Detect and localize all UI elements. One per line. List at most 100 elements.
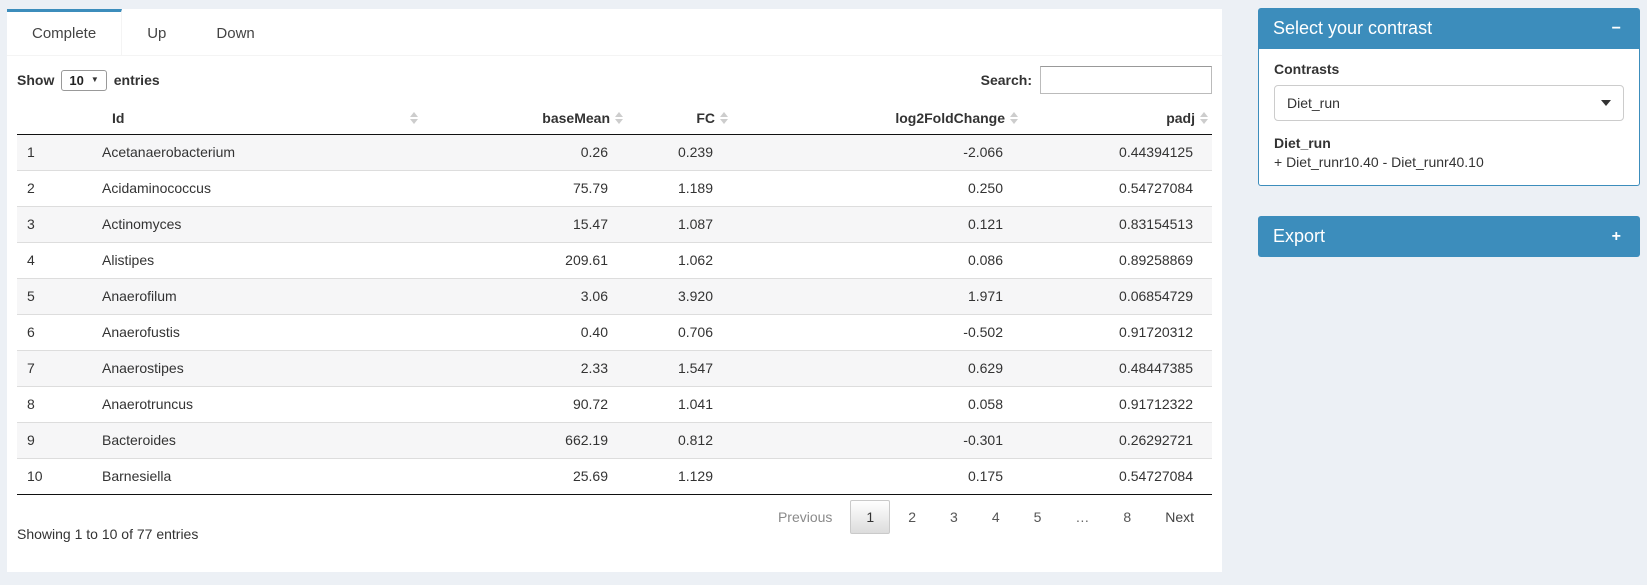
cell-padj: 0.54727084 bbox=[1022, 171, 1212, 207]
page-button-8[interactable]: 8 bbox=[1107, 500, 1147, 534]
cell-log2foldchange: 0.629 bbox=[732, 351, 1022, 387]
cell-padj: 0.91720312 bbox=[1022, 315, 1212, 351]
cell-log2foldchange: 0.250 bbox=[732, 171, 1022, 207]
table-row[interactable]: 10Barnesiella25.691.1290.1750.54727084 bbox=[17, 459, 1212, 495]
page-button-2[interactable]: 2 bbox=[892, 500, 932, 534]
row-index: 9 bbox=[17, 423, 92, 459]
table-row[interactable]: 9Bacteroides662.190.812-0.3010.26292721 bbox=[17, 423, 1212, 459]
cell-padj: 0.91712322 bbox=[1022, 387, 1212, 423]
column-label: Id bbox=[112, 110, 124, 126]
column-header-log2foldchange[interactable]: log2FoldChange bbox=[732, 102, 1022, 135]
collapse-minus-icon[interactable]: − bbox=[1608, 19, 1625, 39]
search-input[interactable] bbox=[1040, 66, 1212, 94]
cell-padj: 0.89258869 bbox=[1022, 243, 1212, 279]
page-length-value: 10 bbox=[69, 73, 83, 88]
contrast-select[interactable]: Diet_run bbox=[1274, 85, 1624, 121]
cell-fc: 0.706 bbox=[627, 315, 732, 351]
cell-id: Anaerofustis bbox=[92, 315, 422, 351]
cell-log2foldchange: -0.502 bbox=[732, 315, 1022, 351]
row-index: 2 bbox=[17, 171, 92, 207]
cell-basemean: 3.06 bbox=[422, 279, 627, 315]
cell-id: Actinomyces bbox=[92, 207, 422, 243]
table-info: Showing 1 to 10 of 77 entries bbox=[17, 526, 198, 542]
table-row[interactable]: 4Alistipes209.611.0620.0860.89258869 bbox=[17, 243, 1212, 279]
column-label: FC bbox=[696, 110, 715, 126]
cell-basemean: 0.40 bbox=[422, 315, 627, 351]
cell-fc: 1.087 bbox=[627, 207, 732, 243]
cell-padj: 0.48447385 bbox=[1022, 351, 1212, 387]
cell-log2foldchange: 1.971 bbox=[732, 279, 1022, 315]
cell-basemean: 209.61 bbox=[422, 243, 627, 279]
cell-fc: 0.812 bbox=[627, 423, 732, 459]
cell-log2foldchange: 0.058 bbox=[732, 387, 1022, 423]
table-row[interactable]: 5Anaerofilum3.063.9201.9710.06854729 bbox=[17, 279, 1212, 315]
tab-complete[interactable]: Complete bbox=[7, 9, 122, 55]
column-label: padj bbox=[1166, 110, 1195, 126]
export-box-title: Export bbox=[1273, 226, 1325, 247]
table-row[interactable]: 2Acidaminococcus75.791.1890.2500.5472708… bbox=[17, 171, 1212, 207]
table-row[interactable]: 7Anaerostipes2.331.5470.6290.48447385 bbox=[17, 351, 1212, 387]
cell-id: Anaerostipes bbox=[92, 351, 422, 387]
table-row[interactable]: 1Acetanaerobacterium0.260.239-2.0660.443… bbox=[17, 135, 1212, 171]
cell-padj: 0.54727084 bbox=[1022, 459, 1212, 495]
row-index: 5 bbox=[17, 279, 92, 315]
pagination-ellipsis: … bbox=[1059, 500, 1105, 534]
row-index: 1 bbox=[17, 135, 92, 171]
page-length-select[interactable]: 10 ▼ bbox=[61, 70, 106, 91]
cell-fc: 1.129 bbox=[627, 459, 732, 495]
page: Complete Up Down Show 10 ▼ entries Searc… bbox=[0, 0, 1647, 582]
cell-log2foldchange: -0.301 bbox=[732, 423, 1022, 459]
sort-icon bbox=[615, 112, 623, 124]
column-label: baseMean bbox=[542, 110, 610, 126]
cell-basemean: 662.19 bbox=[422, 423, 627, 459]
show-label: Show bbox=[17, 72, 54, 88]
page-button-1[interactable]: 1 bbox=[850, 500, 890, 534]
column-header-id[interactable]: Id bbox=[92, 102, 422, 135]
row-index: 4 bbox=[17, 243, 92, 279]
cell-basemean: 75.79 bbox=[422, 171, 627, 207]
pagination-previous[interactable]: Previous bbox=[762, 500, 848, 534]
tab-bar: Complete Up Down bbox=[7, 9, 1222, 56]
expand-plus-icon[interactable]: + bbox=[1608, 227, 1625, 247]
tab-down[interactable]: Down bbox=[191, 9, 279, 55]
cell-basemean: 0.26 bbox=[422, 135, 627, 171]
sort-icon bbox=[1200, 112, 1208, 124]
cell-basemean: 2.33 bbox=[422, 351, 627, 387]
contrast-name: Diet_run bbox=[1274, 135, 1624, 151]
pagination: Previous12345…8Next bbox=[760, 500, 1210, 534]
row-index: 10 bbox=[17, 459, 92, 495]
caret-down-icon bbox=[1601, 100, 1611, 106]
table-row[interactable]: 6Anaerofustis0.400.706-0.5020.91720312 bbox=[17, 315, 1212, 351]
results-table: Id baseMean FC bbox=[17, 102, 1212, 495]
row-index: 7 bbox=[17, 351, 92, 387]
table-row[interactable]: 8Anaerotruncus90.721.0410.0580.91712322 bbox=[17, 387, 1212, 423]
cell-fc: 1.041 bbox=[627, 387, 732, 423]
cell-id: Bacteroides bbox=[92, 423, 422, 459]
table-footer: Showing 1 to 10 of 77 entries Previous12… bbox=[7, 495, 1222, 585]
export-box-header: Export + bbox=[1258, 216, 1640, 257]
page-button-5[interactable]: 5 bbox=[1018, 500, 1058, 534]
cell-basemean: 25.69 bbox=[422, 459, 627, 495]
export-box: Export + bbox=[1258, 216, 1640, 257]
page-button-4[interactable]: 4 bbox=[976, 500, 1016, 534]
table-controls: Show 10 ▼ entries Search: bbox=[7, 56, 1222, 96]
column-header-padj[interactable]: padj bbox=[1022, 102, 1212, 135]
table-header-row: Id baseMean FC bbox=[17, 102, 1212, 135]
tab-up[interactable]: Up bbox=[122, 9, 191, 55]
cell-id: Alistipes bbox=[92, 243, 422, 279]
cell-padj: 0.44394125 bbox=[1022, 135, 1212, 171]
cell-log2foldchange: -2.066 bbox=[732, 135, 1022, 171]
cell-padj: 0.83154513 bbox=[1022, 207, 1212, 243]
cell-fc: 3.920 bbox=[627, 279, 732, 315]
column-header-fc[interactable]: FC bbox=[627, 102, 732, 135]
page-length-control: Show 10 ▼ entries bbox=[17, 70, 160, 91]
cell-fc: 1.062 bbox=[627, 243, 732, 279]
contrast-box: Select your contrast − Contrasts Diet_ru… bbox=[1258, 8, 1640, 186]
contrast-box-body: Contrasts Diet_run Diet_run + Diet_runr1… bbox=[1258, 49, 1640, 186]
column-header-basemean[interactable]: baseMean bbox=[422, 102, 627, 135]
cell-padj: 0.26292721 bbox=[1022, 423, 1212, 459]
page-button-3[interactable]: 3 bbox=[934, 500, 974, 534]
pagination-next[interactable]: Next bbox=[1149, 500, 1210, 534]
table-row[interactable]: 3Actinomyces15.471.0870.1210.83154513 bbox=[17, 207, 1212, 243]
sort-icon bbox=[410, 112, 418, 124]
